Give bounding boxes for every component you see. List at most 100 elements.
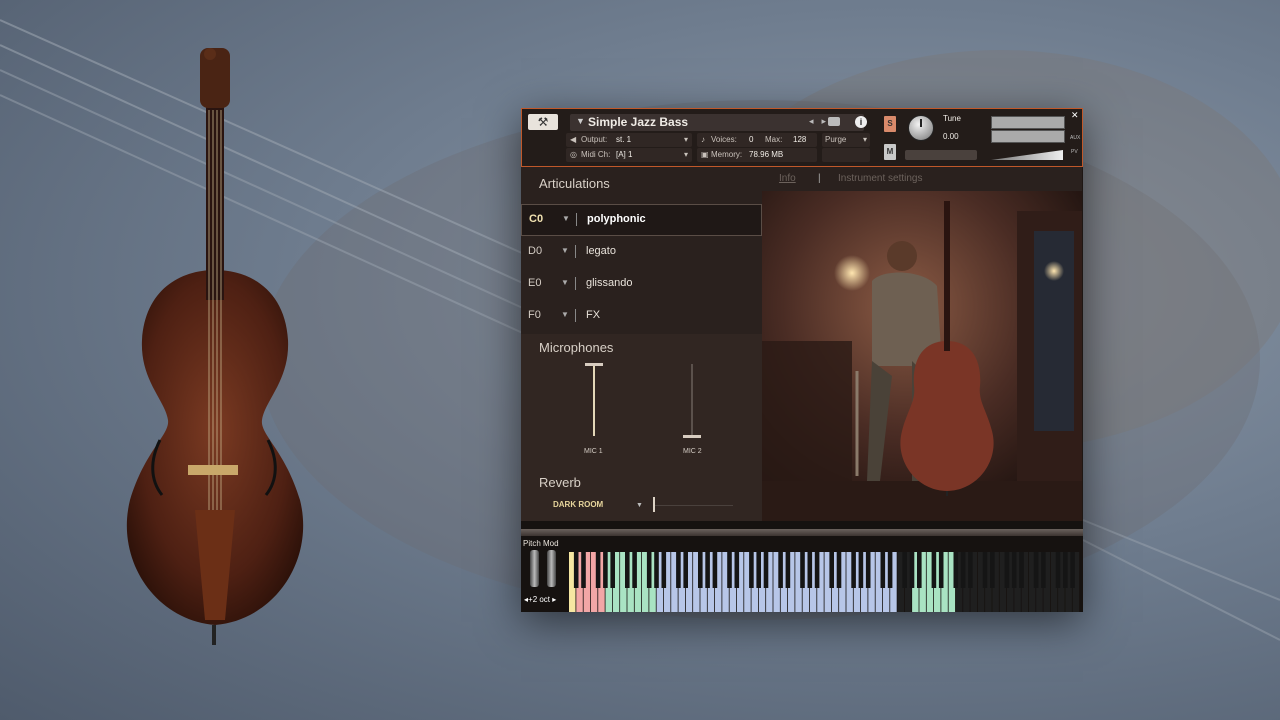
max-label: Max: xyxy=(765,135,783,144)
mic2-fader[interactable] xyxy=(683,435,701,438)
divider xyxy=(575,245,576,258)
chevron-down-icon[interactable]: ▼ xyxy=(576,116,585,126)
articulation-row[interactable]: F0 ▼ FX xyxy=(521,301,762,331)
midi-channel-selector[interactable]: ◎ Midi Ch: [A] 1 ▾ xyxy=(566,148,692,162)
piano-black-key[interactable] xyxy=(909,552,915,588)
piano-black-key[interactable] xyxy=(1063,552,1068,588)
piano-black-key[interactable] xyxy=(698,552,703,588)
piano-black-key[interactable] xyxy=(683,552,688,588)
piano-keyboard[interactable] xyxy=(569,552,1083,612)
piano-black-key[interactable] xyxy=(990,552,995,588)
chevron-down-icon[interactable]: ▼ xyxy=(561,278,569,287)
piano-black-key[interactable] xyxy=(749,552,754,588)
voices-icon: ♪ xyxy=(701,135,705,144)
chevron-down-icon[interactable]: ▼ xyxy=(562,214,570,223)
piano-black-key[interactable] xyxy=(807,552,813,588)
wrench-icon[interactable]: ⚒ xyxy=(528,114,558,130)
piano-black-key[interactable] xyxy=(603,552,608,588)
piano-black-key[interactable] xyxy=(632,552,637,588)
piano-black-key[interactable] xyxy=(661,552,667,588)
articulation-label: FX xyxy=(586,309,601,321)
piano-black-key[interactable] xyxy=(727,552,732,588)
octave-selector[interactable]: ◂+2 oct ▸ xyxy=(524,595,556,604)
piano-black-key[interactable] xyxy=(982,552,988,588)
reverb-preset-selector[interactable]: DARK ROOM xyxy=(553,500,603,509)
piano-black-key[interactable] xyxy=(1011,552,1017,588)
piano-black-key[interactable] xyxy=(646,552,652,588)
piano-black-key[interactable] xyxy=(756,552,761,588)
tune-value: 0.00 xyxy=(943,132,959,141)
purge-meter xyxy=(822,148,870,162)
articulation-row[interactable]: D0 ▼ legato xyxy=(521,237,762,267)
piano-black-key[interactable] xyxy=(865,552,871,588)
chevron-down-icon: ▾ xyxy=(683,135,688,144)
piano-black-key[interactable] xyxy=(610,552,615,588)
chevron-down-icon[interactable]: ▼ xyxy=(561,310,569,319)
piano-black-key[interactable] xyxy=(705,552,710,588)
piano-black-key[interactable] xyxy=(836,552,842,588)
purge-label: Purge xyxy=(825,135,847,144)
mute-button[interactable]: M xyxy=(884,144,896,160)
solo-button[interactable]: S xyxy=(884,116,896,132)
piano-black-key[interactable] xyxy=(625,552,630,588)
output-selector[interactable]: ◀ Output: st. 1 ▾ xyxy=(566,133,692,147)
pan-slider[interactable] xyxy=(905,150,977,160)
articulation-row[interactable]: C0 ▼ polyphonic xyxy=(521,204,762,236)
piano-black-key[interactable] xyxy=(931,552,937,588)
piano-black-key[interactable] xyxy=(654,552,659,588)
piano-black-key[interactable] xyxy=(595,552,601,588)
pv-label[interactable]: PV xyxy=(1071,149,1078,155)
piano-black-key[interactable] xyxy=(581,552,586,588)
tune-knob[interactable] xyxy=(908,115,934,141)
instrument-title-bar[interactable]: ▼ Simple Jazz Bass ◂▸ xyxy=(570,114,864,131)
piano-black-key[interactable] xyxy=(734,552,740,588)
aux-label[interactable]: AUX xyxy=(1070,135,1080,141)
piano-black-key[interactable] xyxy=(880,552,886,588)
mod-wheel[interactable] xyxy=(547,550,556,587)
piano-black-key[interactable] xyxy=(1041,552,1046,588)
piano-black-key[interactable] xyxy=(1055,552,1061,588)
camera-icon[interactable] xyxy=(828,117,840,126)
piano-black-key[interactable] xyxy=(814,552,820,588)
piano-black-key[interactable] xyxy=(1070,552,1075,588)
piano-black-key[interactable] xyxy=(829,552,834,588)
chevron-down-icon[interactable]: ▼ xyxy=(561,246,569,255)
piano-black-key[interactable] xyxy=(968,552,973,588)
piano-black-key[interactable] xyxy=(938,552,944,588)
piano-black-key[interactable] xyxy=(887,552,893,588)
mic1-fader[interactable] xyxy=(585,363,603,366)
volume-slider[interactable] xyxy=(991,150,1063,160)
piano-black-key[interactable] xyxy=(1019,552,1024,588)
voices-display: ♪ Voices: 0 Max: 128 xyxy=(697,133,817,147)
piano-black-key[interactable] xyxy=(953,552,959,588)
piano-black-key[interactable] xyxy=(778,552,783,588)
chevron-down-icon: ▾ xyxy=(683,150,688,159)
piano-black-key[interactable] xyxy=(902,552,907,588)
mic1-fader-level xyxy=(593,364,595,436)
reverb-slider[interactable] xyxy=(653,497,655,512)
piano-black-key[interactable] xyxy=(712,552,718,588)
piano-black-key[interactable] xyxy=(676,552,681,588)
piano-black-key[interactable] xyxy=(1033,552,1039,588)
piano-black-key[interactable] xyxy=(851,552,856,588)
piano-black-key[interactable] xyxy=(785,552,791,588)
articulation-key: C0 xyxy=(529,213,544,225)
piano-black-key[interactable] xyxy=(800,552,805,588)
divider xyxy=(521,529,1083,536)
chevron-down-icon[interactable]: ▼ xyxy=(636,502,643,509)
tab-instrument-settings[interactable]: Instrument settings xyxy=(838,173,922,184)
tab-divider: | xyxy=(818,173,821,184)
piano-black-key[interactable] xyxy=(858,552,864,588)
info-icon[interactable]: i xyxy=(855,116,867,128)
articulation-row[interactable]: E0 ▼ glissando xyxy=(521,269,762,299)
tab-info[interactable]: Info xyxy=(779,173,796,184)
piano-black-key[interactable] xyxy=(1004,552,1010,588)
purge-menu[interactable]: Purge ▾ xyxy=(822,133,870,147)
piano-black-key[interactable] xyxy=(573,552,579,588)
close-icon[interactable]: ✕ xyxy=(1071,110,1079,121)
pitch-wheel[interactable] xyxy=(530,550,539,587)
piano-black-key[interactable] xyxy=(960,552,966,588)
articulation-label: polyphonic xyxy=(587,213,646,225)
piano-black-key[interactable] xyxy=(763,552,769,588)
piano-black-key[interactable] xyxy=(917,552,922,588)
